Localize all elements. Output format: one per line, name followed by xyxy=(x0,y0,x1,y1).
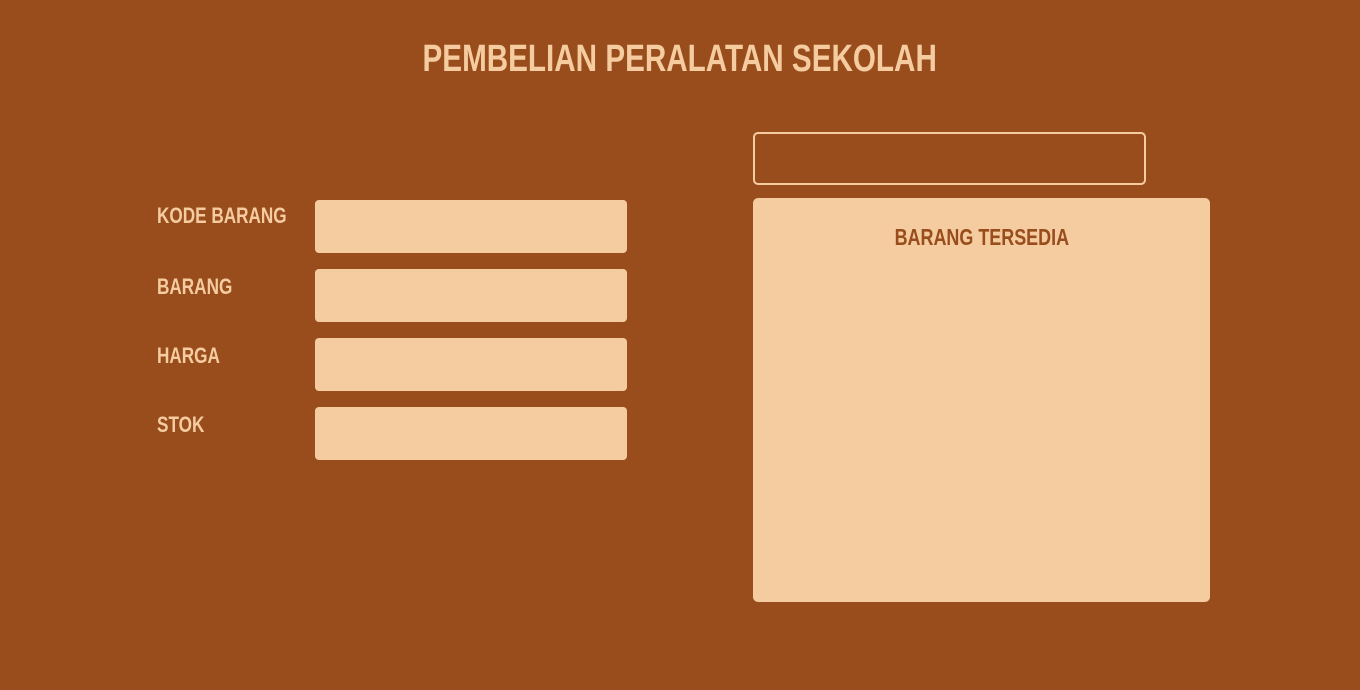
label-kode-barang: KODE BARANG xyxy=(157,203,323,229)
barang-input[interactable] xyxy=(315,269,627,322)
label-stok: STOK xyxy=(157,412,218,438)
harga-input[interactable] xyxy=(315,338,627,391)
panel-title-text: BARANG TERSEDIA xyxy=(894,224,1069,250)
search-input[interactable] xyxy=(753,132,1146,185)
label-text: HARGA xyxy=(157,343,220,368)
kode-barang-input[interactable] xyxy=(315,200,627,253)
label-text: BARANG xyxy=(157,274,233,299)
available-items-panel: BARANG TERSEDIA xyxy=(753,198,1210,602)
label-harga: HARGA xyxy=(157,343,238,369)
panel-title: BARANG TERSEDIA xyxy=(753,224,1210,251)
label-barang: BARANG xyxy=(157,274,254,300)
page-title: PEMBELIAN PERALATAN SEKOLAH xyxy=(0,38,1360,81)
label-text: KODE BARANG xyxy=(157,203,287,228)
label-text: STOK xyxy=(157,412,205,437)
page-title-text: PEMBELIAN PERALATAN SEKOLAH xyxy=(422,38,938,80)
stok-input[interactable] xyxy=(315,407,627,460)
